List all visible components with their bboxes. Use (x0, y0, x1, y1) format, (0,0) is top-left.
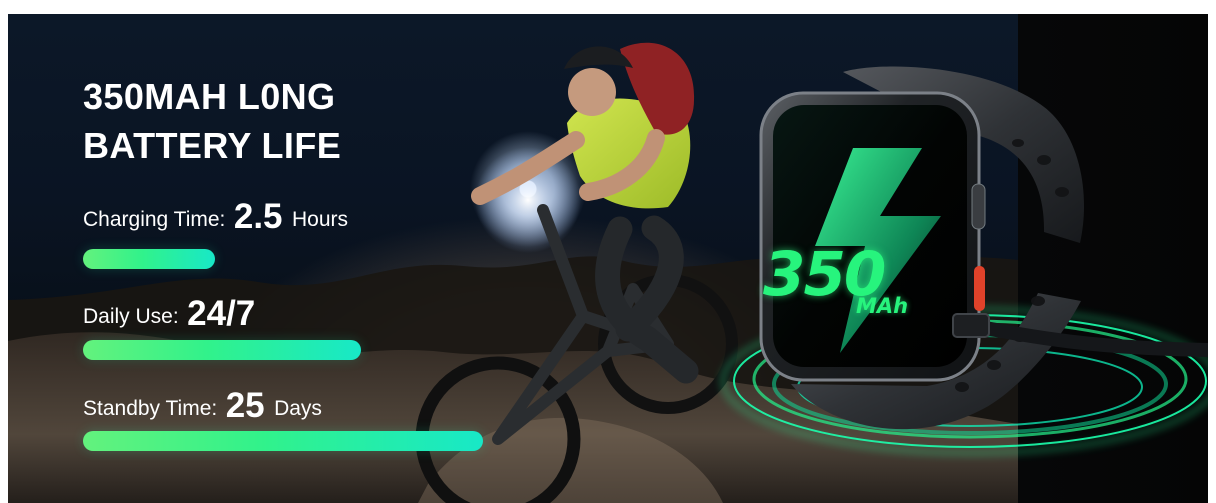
daily-use-progress-bar (83, 340, 361, 360)
product-banner-page: 350MAH L0NG BATTERY LIFE Charging Time: … (0, 0, 1216, 503)
charging-time-unit: Hours (291, 208, 348, 231)
standby-time-unit: Days (274, 397, 322, 420)
watch-crown-button (971, 183, 986, 230)
charging-time-label: Charging Time: (83, 208, 226, 231)
battery-life-heading: 350MAH L0NG BATTERY LIFE (83, 72, 463, 170)
charging-time-stat: Charging Time: 2.5 Hours (83, 199, 348, 234)
daily-use-value: 24/7 (187, 294, 256, 333)
standby-time-progress-bar (83, 431, 483, 451)
watch-charging-pin (952, 313, 990, 338)
heading-line-2: BATTERY LIFE (83, 125, 342, 166)
battery-life-banner: 350MAH L0NG BATTERY LIFE Charging Time: … (8, 14, 1208, 503)
standby-time-value: 25 (225, 386, 265, 425)
cyclist-head (568, 68, 616, 116)
watch-side-button (974, 266, 985, 311)
watch-display-unit: MAh (856, 294, 909, 318)
daily-use-label: Daily Use: (83, 305, 179, 328)
charging-time-value: 2.5 (233, 197, 283, 236)
standby-time-stat: Standby Time: 25 Days (83, 388, 322, 423)
daily-use-stat: Daily Use: 24/7 (83, 296, 260, 331)
charging-time-progress-bar (83, 249, 215, 269)
heading-line-1: 350MAH L0NG (83, 76, 336, 117)
standby-time-label: Standby Time: (83, 397, 218, 420)
